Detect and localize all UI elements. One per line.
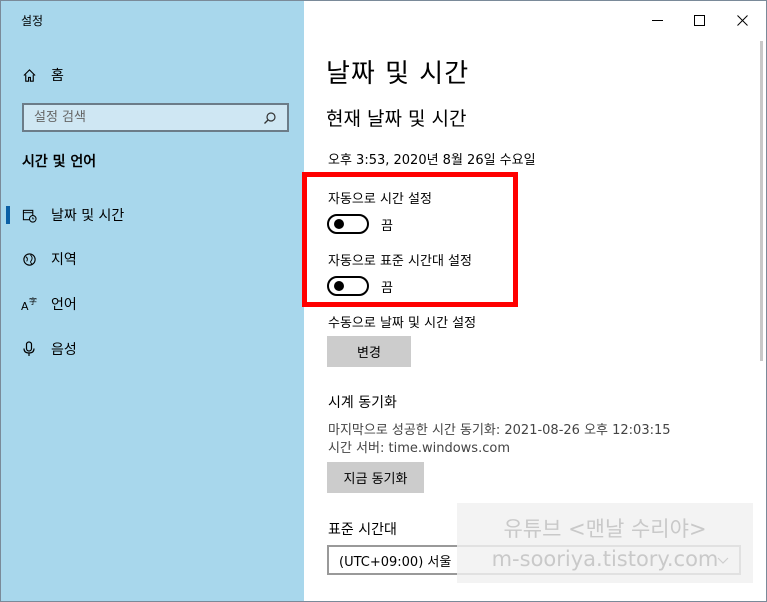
app-title: 설정 — [21, 14, 44, 28]
last-sync-info: 마지막으로 성공한 시간 동기화: 2021-08-26 오후 12:03:15 — [328, 423, 671, 438]
selected-indicator — [6, 206, 10, 224]
svg-text:字: 字 — [29, 296, 37, 306]
sidebar: 설정 홈 시간 및 언어 날짜 및 시간 지역 — [1, 1, 304, 601]
sidebar-item-label: 음성 — [51, 342, 77, 358]
timezone-label: 표준 시간대 — [328, 522, 397, 538]
search-input[interactable] — [34, 110, 263, 125]
language-icon: A字 — [21, 296, 37, 312]
clock-sync-heading: 시계 동기화 — [328, 395, 397, 411]
watermark: 유튜브 <맨날 수리야> m-sooriya.tistory.com — [457, 503, 753, 583]
page-title: 날짜 및 시간 — [326, 59, 470, 89]
sidebar-item-language[interactable]: A字 언어 — [1, 286, 304, 322]
home-icon — [21, 67, 37, 83]
scrollbar[interactable] — [760, 41, 763, 361]
sidebar-item-label: 언어 — [51, 297, 77, 313]
time-server-info: 시간 서버: time.windows.com — [328, 441, 510, 456]
home-button[interactable]: 홈 — [21, 65, 64, 85]
sync-now-button[interactable]: 지금 동기화 — [327, 462, 424, 493]
timezone-value: (UTC+09:00) 서울 — [339, 554, 452, 570]
change-button[interactable]: 변경 — [327, 336, 411, 367]
home-label: 홈 — [51, 68, 64, 84]
sidebar-item-label: 날짜 및 시간 — [51, 208, 125, 224]
sidebar-item-speech[interactable]: 음성 — [1, 331, 304, 367]
section-heading-current: 현재 날짜 및 시간 — [326, 108, 467, 130]
highlight-box — [302, 172, 518, 307]
microphone-icon — [21, 341, 37, 357]
section-title: 시간 및 언어 — [22, 154, 97, 170]
sidebar-item-date-time[interactable]: 날짜 및 시간 — [1, 197, 304, 233]
search-icon[interactable] — [263, 111, 277, 125]
globe-icon — [21, 251, 37, 267]
settings-window: 설정 홈 시간 및 언어 날짜 및 시간 지역 — [0, 0, 767, 602]
watermark-line-1: 유튜브 <맨날 수리야> — [503, 517, 707, 541]
sidebar-item-region[interactable]: 지역 — [1, 241, 304, 277]
calendar-clock-icon — [21, 207, 37, 223]
manual-datetime-label: 수동으로 날짜 및 시간 설정 — [328, 316, 477, 331]
svg-text:A: A — [21, 300, 29, 312]
current-datetime: 오후 3:53, 2020년 8월 26일 수요일 — [328, 153, 536, 168]
search-box[interactable] — [22, 103, 289, 132]
watermark-line-2: m-sooriya.tistory.com — [491, 547, 719, 571]
sidebar-item-label: 지역 — [51, 252, 77, 268]
